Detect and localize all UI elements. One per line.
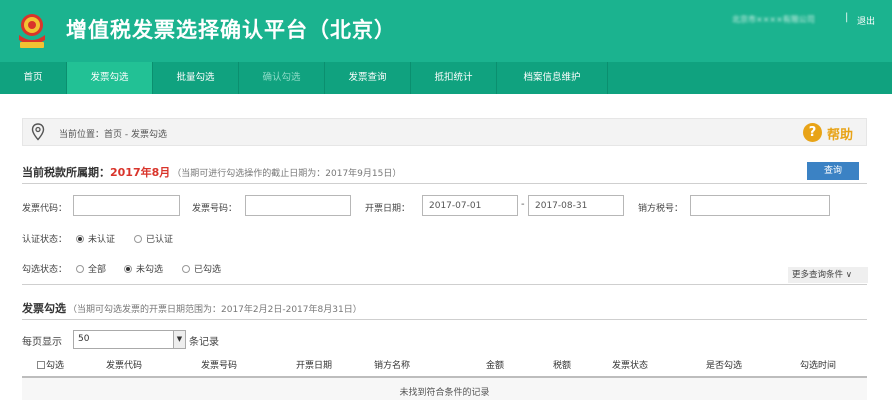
app-header: 增值税发票选择确认平台（北京） 北京市××××有限公司 | 退出: [0, 0, 892, 62]
date-from-input[interactable]: [422, 195, 518, 216]
divider: [22, 319, 867, 320]
col-header-seller-name: 销方名称: [374, 361, 411, 371]
radio-unauthenticated[interactable]: 未认证: [76, 232, 115, 245]
user-company-name: 北京市××××有限公司: [732, 15, 815, 24]
seller-tax-id-label: 销方税号：: [638, 204, 684, 214]
col-header-select: 勾选: [37, 358, 64, 371]
divider: [22, 284, 867, 285]
radio-label: 未勾选: [136, 265, 164, 275]
date-to-input[interactable]: [528, 195, 624, 216]
col-header-invoice-date: 开票日期: [296, 361, 333, 371]
divider: [22, 183, 867, 184]
more-query-conditions[interactable]: 更多查询条件 ∨: [788, 267, 868, 283]
help-label: 帮助: [827, 128, 854, 143]
main-nav: 首页 发票勾选 批量勾选 确认勾选 发票查询 抵扣统计 档案信息维护: [0, 62, 892, 94]
radio-dot: [182, 265, 190, 273]
per-page-value: 50: [78, 334, 90, 344]
radio-authenticated[interactable]: 已认证: [134, 232, 173, 245]
section-title: 发票勾选: [22, 302, 66, 315]
app-title: 增值税发票选择确认平台（北京）: [66, 18, 396, 42]
breadcrumb: 当前位置：首页 - 发票勾选 ? 帮助: [22, 118, 867, 146]
nav-item-invoice-query[interactable]: 发票查询: [325, 62, 410, 94]
invoice-code-input[interactable]: [73, 195, 180, 216]
logout-link[interactable]: 退出: [857, 14, 875, 27]
invoice-number-input[interactable]: [245, 195, 351, 216]
header-separator: |: [845, 12, 849, 23]
radio-label: 全部: [88, 265, 107, 275]
select-status-label: 勾选状态：: [22, 265, 68, 275]
radio-dot-checked: [76, 235, 84, 243]
seller-tax-id-input[interactable]: [690, 195, 830, 216]
help-icon: ?: [803, 123, 822, 142]
tax-period-value: 2017年8月: [110, 166, 171, 179]
invoice-number-label: 发票号码：: [192, 204, 238, 214]
col-header-is-selected: 是否勾选: [706, 361, 743, 371]
col-header-select-time: 勾选时间: [800, 361, 837, 371]
tax-period-label: 当前税款所属期：: [22, 166, 110, 179]
dropdown-arrow-icon: ▼: [173, 331, 185, 348]
col-header-invoice-code: 发票代码: [106, 361, 143, 371]
per-page-select[interactable]: 50 ▼: [73, 330, 186, 349]
location-pin-icon: [31, 123, 45, 141]
nav-item-deduction-stats[interactable]: 抵扣统计: [411, 62, 496, 94]
nav-item-invoice-select[interactable]: 发票勾选: [67, 62, 152, 94]
tax-period-note: （当期可进行勾选操作的截止日期为：2017年9月15日）: [172, 169, 402, 179]
nav-item-home[interactable]: 首页: [0, 62, 66, 94]
col-header-amount: 金额: [486, 361, 505, 371]
col-header-invoice-status: 发票状态: [612, 361, 649, 371]
date-range-separator: -: [521, 199, 525, 210]
breadcrumb-text: 当前位置：首页 - 发票勾选: [59, 130, 167, 140]
col-header-tax: 税额: [553, 361, 572, 371]
auth-status-label: 认证状态：: [22, 235, 68, 245]
nav-item-batch-select[interactable]: 批量勾选: [153, 62, 238, 94]
nav-divider: [607, 62, 608, 94]
section-note: （当期可勾选发票的开票日期范围为：2017年2月2日-2017年8月31日）: [68, 305, 362, 315]
empty-message: 未找到符合条件的记录: [399, 388, 490, 398]
radio-label: 已认证: [146, 235, 174, 245]
invoice-date-label: 开票日期：: [365, 204, 411, 214]
col-header-label: 勾选: [46, 361, 65, 371]
radio-unselected[interactable]: 未勾选: [124, 262, 163, 275]
radio-label: 已勾选: [194, 265, 222, 275]
radio-selected[interactable]: 已勾选: [182, 262, 221, 275]
radio-label: 未认证: [88, 235, 116, 245]
invoice-select-section: 发票勾选 （当期可勾选发票的开票日期范围为：2017年2月2日-2017年8月31…: [22, 300, 362, 316]
radio-dot: [76, 265, 84, 273]
invoice-code-label: 发票代码：: [22, 204, 68, 214]
radio-dot: [134, 235, 142, 243]
select-all-checkbox[interactable]: [37, 361, 45, 369]
tax-period: 当前税款所属期：2017年8月 （当期可进行勾选操作的截止日期为：2017年9月1…: [22, 164, 401, 180]
per-page-label: 每页显示: [22, 337, 62, 348]
radio-dot-checked: [124, 265, 132, 273]
radio-all[interactable]: 全部: [76, 262, 106, 275]
tax-emblem-icon: [19, 14, 45, 48]
table-row: 未找到符合条件的记录: [22, 378, 867, 400]
query-button[interactable]: 查询: [807, 162, 859, 180]
col-header-invoice-number: 发票号码: [201, 361, 238, 371]
nav-item-archive-maintenance[interactable]: 档案信息维护: [497, 62, 607, 94]
records-label: 条记录: [189, 337, 219, 348]
nav-item-confirm-select[interactable]: 确认勾选: [239, 62, 324, 94]
